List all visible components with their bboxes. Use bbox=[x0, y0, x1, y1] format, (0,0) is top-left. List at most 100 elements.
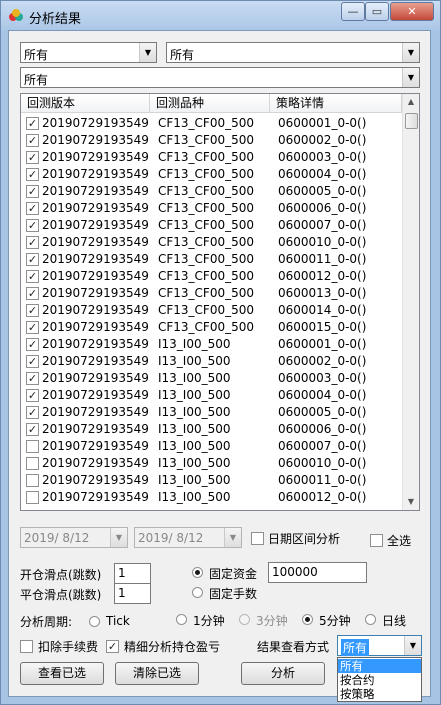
table-row[interactable]: 20190729193549 I13_I00_500 0600010_0-0() bbox=[21, 455, 402, 472]
filter-version-combo[interactable]: 所有 ▼ bbox=[20, 42, 157, 63]
table-row[interactable]: ✓ 20190729193549 CF13_CF00_500 0600002_0-0(… bbox=[21, 132, 402, 149]
table-cell-version: 20190729193549 bbox=[42, 269, 149, 283]
row-checkbox[interactable]: ✓ bbox=[26, 423, 39, 436]
result-list[interactable]: 回测版本 回测品种 策略详情 ✓ 20190729193549 CF13_CF00_… bbox=[20, 93, 420, 511]
table-cell-detail: 0600012_0-0() bbox=[278, 490, 367, 504]
table-row[interactable]: ✓ 20190729193549 I13_I00_500 0600005_0-0() bbox=[21, 404, 402, 421]
row-checkbox[interactable]: ✓ bbox=[26, 270, 39, 283]
row-checkbox[interactable]: ✓ bbox=[26, 389, 39, 402]
table-cell-version: 20190729193549 bbox=[42, 167, 149, 181]
row-checkbox[interactable]: ✓ bbox=[26, 219, 39, 232]
row-checkbox[interactable]: ✓ bbox=[26, 304, 39, 317]
table-row[interactable]: ✓ 20190729193549 I13_I00_500 0600004_0-0() bbox=[21, 387, 402, 404]
deduct-fee-checkbox[interactable] bbox=[20, 640, 33, 653]
chevron-down-icon[interactable]: ▼ bbox=[404, 636, 421, 655]
filter-symbol-combo[interactable]: 所有 ▼ bbox=[166, 42, 420, 63]
table-row[interactable]: ✓ 20190729193549 CF13_CF00_500 0600013_0-0(… bbox=[21, 285, 402, 302]
period-tick-radio[interactable] bbox=[89, 616, 100, 627]
table-row[interactable]: 20190729193549 I13_I00_500 0600007_0-0() bbox=[21, 438, 402, 455]
close-slippage-input[interactable]: 1 bbox=[114, 583, 151, 604]
table-cell-symbol: I13_I00_500 bbox=[158, 439, 231, 453]
table-row[interactable]: ✓ 20190729193549 I13_I00_500 0600006_0-0() bbox=[21, 421, 402, 438]
start-date-value: 2019/ 8/12 bbox=[24, 531, 90, 545]
fixed-capital-radio[interactable] bbox=[192, 567, 203, 578]
dropdown-option-by-strategy[interactable]: 按策略 bbox=[338, 687, 421, 701]
dropdown-option-all[interactable]: 所有 bbox=[338, 659, 421, 673]
table-row[interactable]: ✓ 20190729193549 I13_I00_500 0600002_0-0() bbox=[21, 353, 402, 370]
maximize-button[interactable]: ▭ bbox=[365, 2, 389, 21]
table-row[interactable]: ✓ 20190729193549 CF13_CF00_500 0600010_0-0(… bbox=[21, 234, 402, 251]
table-row[interactable]: ✓ 20190729193549 CF13_CF00_500 0600012_0-0(… bbox=[21, 268, 402, 285]
minimize-button[interactable]: — bbox=[341, 2, 365, 21]
table-row[interactable]: ✓ 20190729193549 CF13_CF00_500 0600014_0-0(… bbox=[21, 302, 402, 319]
row-checkbox[interactable]: ✓ bbox=[26, 372, 39, 385]
result-view-value: 所有 bbox=[341, 639, 370, 656]
row-checkbox[interactable]: ✓ bbox=[26, 134, 39, 147]
period-1min-radio[interactable] bbox=[176, 614, 187, 625]
table-row[interactable]: ✓ 20190729193549 CF13_CF00_500 0600007_0-0(… bbox=[21, 217, 402, 234]
clear-selected-button[interactable]: 清除已选 bbox=[115, 662, 199, 685]
row-checkbox[interactable]: ✓ bbox=[26, 338, 39, 351]
column-header[interactable]: 回测版本 bbox=[21, 94, 150, 113]
period-daily-label: 日线 bbox=[382, 614, 407, 628]
table-row[interactable]: ✓ 20190729193549 CF13_CF00_500 0600006_0-0(… bbox=[21, 200, 402, 217]
table-row[interactable]: ✓ 20190729193549 CF13_CF00_500 0600005_0-0(… bbox=[21, 183, 402, 200]
window-title: 分析结果 bbox=[29, 12, 82, 27]
row-checkbox[interactable]: ✓ bbox=[26, 117, 39, 130]
row-checkbox[interactable]: ✓ bbox=[26, 321, 39, 334]
column-header[interactable]: 策略详情 bbox=[270, 94, 402, 113]
filter-strategy-combo[interactable]: 所有 ▼ bbox=[20, 67, 420, 88]
detail-analysis-checkbox[interactable]: ✓ bbox=[106, 640, 119, 653]
vertical-scrollbar[interactable]: ▲ ▼ bbox=[402, 94, 419, 510]
table-row[interactable]: ✓ 20190729193549 I13_I00_500 0600003_0-0() bbox=[21, 370, 402, 387]
row-checkbox[interactable]: ✓ bbox=[26, 151, 39, 164]
row-checkbox[interactable]: ✓ bbox=[26, 406, 39, 419]
row-checkbox[interactable]: ✓ bbox=[26, 168, 39, 181]
table-row[interactable]: ✓ 20190729193549 CF13_CF00_500 0600001_0-0(… bbox=[21, 115, 402, 132]
dropdown-option-by-contract[interactable]: 按合约 bbox=[338, 673, 421, 687]
table-cell-detail: 0600014_0-0() bbox=[278, 303, 367, 317]
table-row[interactable]: 20190729193549 I13_I00_500 0600011_0-0() bbox=[21, 472, 402, 489]
view-selected-button[interactable]: 查看已选 bbox=[20, 662, 104, 685]
row-checkbox[interactable] bbox=[26, 491, 39, 504]
chevron-down-icon[interactable]: ▼ bbox=[139, 43, 156, 62]
row-checkbox[interactable] bbox=[26, 440, 39, 453]
date-range-checkbox[interactable] bbox=[251, 532, 264, 545]
scroll-up-icon[interactable]: ▲ bbox=[403, 94, 419, 110]
table-cell-version: 20190729193549 bbox=[42, 116, 149, 130]
select-all-checkbox[interactable] bbox=[370, 534, 383, 547]
result-view-dropdown[interactable]: 所有 按合约 按策略 bbox=[337, 657, 422, 702]
column-header[interactable]: 回测品种 bbox=[150, 94, 270, 113]
table-row[interactable]: ✓ 20190729193549 CF13_CF00_500 0600015_0-0(… bbox=[21, 319, 402, 336]
table-cell-symbol: CF13_CF00_500 bbox=[158, 167, 255, 181]
table-row[interactable]: ✓ 20190729193549 I13_I00_500 0600001_0-0() bbox=[21, 336, 402, 353]
close-button[interactable]: ✕ bbox=[390, 2, 434, 21]
table-row[interactable]: ✓ 20190729193549 CF13_CF00_500 0600003_0-0(… bbox=[21, 149, 402, 166]
period-tick-label: Tick bbox=[106, 614, 130, 628]
open-slippage-input[interactable]: 1 bbox=[114, 563, 151, 584]
row-checkbox[interactable]: ✓ bbox=[26, 236, 39, 249]
table-cell-symbol: I13_I00_500 bbox=[158, 456, 231, 470]
title-bar[interactable]: 分析结果 — ▭ ✕ bbox=[1, 1, 440, 31]
row-checkbox[interactable] bbox=[26, 457, 39, 470]
scroll-thumb[interactable] bbox=[405, 113, 418, 129]
row-checkbox[interactable]: ✓ bbox=[26, 287, 39, 300]
chevron-down-icon[interactable]: ▼ bbox=[402, 43, 419, 62]
scroll-down-icon[interactable]: ▼ bbox=[403, 494, 419, 510]
period-5min-radio[interactable] bbox=[302, 614, 313, 625]
row-checkbox[interactable]: ✓ bbox=[26, 185, 39, 198]
row-checkbox[interactable] bbox=[26, 474, 39, 487]
open-slippage-label: 开仓滑点(跳数) bbox=[20, 568, 102, 582]
chevron-down-icon[interactable]: ▼ bbox=[402, 68, 419, 87]
row-checkbox[interactable]: ✓ bbox=[26, 253, 39, 266]
row-checkbox[interactable]: ✓ bbox=[26, 355, 39, 368]
table-row[interactable]: ✓ 20190729193549 CF13_CF00_500 0600004_0-0(… bbox=[21, 166, 402, 183]
table-row[interactable]: 20190729193549 I13_I00_500 0600012_0-0() bbox=[21, 489, 402, 506]
period-daily-radio[interactable] bbox=[365, 614, 376, 625]
fixed-lots-radio[interactable] bbox=[192, 587, 203, 598]
table-row[interactable]: ✓ 20190729193549 CF13_CF00_500 0600011_0-0(… bbox=[21, 251, 402, 268]
row-checkbox[interactable]: ✓ bbox=[26, 202, 39, 215]
result-view-combo[interactable]: 所有 ▼ bbox=[337, 635, 422, 656]
analyze-button[interactable]: 分析 bbox=[241, 662, 325, 685]
fixed-capital-input[interactable]: 100000 bbox=[268, 562, 367, 583]
